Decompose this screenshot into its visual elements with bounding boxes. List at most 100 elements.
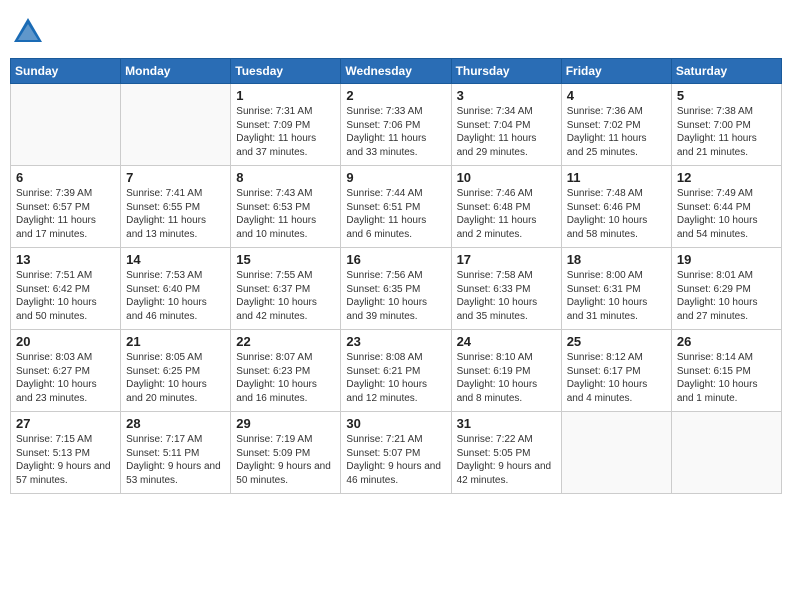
- day-number: 13: [16, 252, 115, 267]
- day-info: Sunrise: 7:51 AM Sunset: 6:42 PM Dayligh…: [16, 269, 115, 323]
- day-number: 27: [16, 416, 115, 431]
- calendar-cell: 31 Sunrise: 7:22 AM Sunset: 5:05 PM Dayli…: [451, 412, 561, 494]
- calendar-cell: [561, 412, 671, 494]
- calendar-cell: 17 Sunrise: 7:58 AM Sunset: 6:33 PM Dayli…: [451, 248, 561, 330]
- day-header-wednesday: Wednesday: [341, 59, 451, 84]
- day-info: Sunrise: 7:56 AM Sunset: 6:35 PM Dayligh…: [346, 269, 445, 323]
- calendar-cell: 21Sunrise: 8:05 AM Sunset: 6:25 PM Dayli…: [121, 330, 231, 412]
- day-info: Sunrise: 7:41 AM Sunset: 6:55 PM Dayligh…: [126, 187, 225, 241]
- day-header-thursday: Thursday: [451, 59, 561, 84]
- day-header-friday: Friday: [561, 59, 671, 84]
- day-number: 10: [457, 170, 556, 185]
- day-info: Sunrise: 7:38 AM Sunset: 7:00 PM Dayligh…: [677, 105, 776, 159]
- calendar-cell: 23 Sunrise: 8:08 AM Sunset: 6:21 PM Dayli…: [341, 330, 451, 412]
- day-info: Sunrise: 7:17 AM Sunset: 5:11 PM Dayligh…: [126, 433, 225, 487]
- calendar-cell: 4 Sunrise: 7:36 AM Sunset: 7:02 PM Daylig…: [561, 84, 671, 166]
- day-number: 9: [346, 170, 445, 185]
- day-header-tuesday: Tuesday: [231, 59, 341, 84]
- calendar-cell: [671, 412, 781, 494]
- calendar-cell: 6 Sunrise: 7:39 AM Sunset: 6:57 PM Daylig…: [11, 166, 121, 248]
- day-info: Sunrise: 7:58 AM Sunset: 6:33 PM Dayligh…: [457, 269, 556, 323]
- calendar-cell: 13 Sunrise: 7:51 AM Sunset: 6:42 PM Dayli…: [11, 248, 121, 330]
- day-number: 16: [346, 252, 445, 267]
- day-info: Sunrise: 8:07 AM Sunset: 6:23 PM Dayligh…: [236, 351, 335, 405]
- day-header-saturday: Saturday: [671, 59, 781, 84]
- day-info: Sunrise: 7:49 AM Sunset: 6:44 PM Dayligh…: [677, 187, 776, 241]
- week-row-2: 6 Sunrise: 7:39 AM Sunset: 6:57 PM Daylig…: [11, 166, 782, 248]
- day-info: Sunrise: 7:15 AM Sunset: 5:13 PM Dayligh…: [16, 433, 115, 487]
- day-info: Sunrise: 8:05 AM Sunset: 6:25 PM Dayligh…: [126, 351, 225, 405]
- week-row-3: 13 Sunrise: 7:51 AM Sunset: 6:42 PM Dayli…: [11, 248, 782, 330]
- calendar-cell: 8 Sunrise: 7:43 AM Sunset: 6:53 PM Daylig…: [231, 166, 341, 248]
- calendar-cell: 7 Sunrise: 7:41 AM Sunset: 6:55 PM Daylig…: [121, 166, 231, 248]
- calendar-cell: 14 Sunrise: 7:53 AM Sunset: 6:40 PM Dayli…: [121, 248, 231, 330]
- day-number: 17: [457, 252, 556, 267]
- calendar-cell: [11, 84, 121, 166]
- day-info: Sunrise: 8:01 AM Sunset: 6:29 PM Dayligh…: [677, 269, 776, 323]
- calendar-cell: 26Sunrise: 8:14 AM Sunset: 6:15 PM Dayli…: [671, 330, 781, 412]
- logo: [10, 14, 50, 50]
- day-info: Sunrise: 7:36 AM Sunset: 7:02 PM Dayligh…: [567, 105, 666, 159]
- day-info: Sunrise: 7:43 AM Sunset: 6:53 PM Dayligh…: [236, 187, 335, 241]
- calendar-cell: 5 Sunrise: 7:38 AM Sunset: 7:00 PM Daylig…: [671, 84, 781, 166]
- day-number: 1: [236, 88, 335, 103]
- calendar-cell: 20 Sunrise: 8:03 AM Sunset: 6:27 PM Dayli…: [11, 330, 121, 412]
- day-number: 18: [567, 252, 666, 267]
- day-number: 29: [236, 416, 335, 431]
- day-info: Sunrise: 7:53 AM Sunset: 6:40 PM Dayligh…: [126, 269, 225, 323]
- day-number: 23: [346, 334, 445, 349]
- day-info: Sunrise: 7:21 AM Sunset: 5:07 PM Dayligh…: [346, 433, 445, 487]
- calendar-cell: 19 Sunrise: 8:01 AM Sunset: 6:29 PM Dayli…: [671, 248, 781, 330]
- calendar-cell: 28 Sunrise: 7:17 AM Sunset: 5:11 PM Dayli…: [121, 412, 231, 494]
- day-number: 5: [677, 88, 776, 103]
- calendar-cell: 24Sunrise: 8:10 AM Sunset: 6:19 PM Dayli…: [451, 330, 561, 412]
- page-header: [10, 10, 782, 50]
- calendar-cell: 16 Sunrise: 7:56 AM Sunset: 6:35 PM Dayli…: [341, 248, 451, 330]
- day-number: 11: [567, 170, 666, 185]
- day-number: 6: [16, 170, 115, 185]
- day-info: Sunrise: 7:39 AM Sunset: 6:57 PM Dayligh…: [16, 187, 115, 241]
- calendar-cell: 18 Sunrise: 8:00 AM Sunset: 6:31 PM Dayli…: [561, 248, 671, 330]
- day-header-monday: Monday: [121, 59, 231, 84]
- day-number: 28: [126, 416, 225, 431]
- day-number: 7: [126, 170, 225, 185]
- calendar-cell: 9 Sunrise: 7:44 AM Sunset: 6:51 PM Daylig…: [341, 166, 451, 248]
- day-number: 2: [346, 88, 445, 103]
- day-number: 31: [457, 416, 556, 431]
- day-info: Sunrise: 8:00 AM Sunset: 6:31 PM Dayligh…: [567, 269, 666, 323]
- calendar-cell: 27 Sunrise: 7:15 AM Sunset: 5:13 PM Dayli…: [11, 412, 121, 494]
- calendar-table: SundayMondayTuesdayWednesdayThursdayFrid…: [10, 58, 782, 494]
- day-info: Sunrise: 7:19 AM Sunset: 5:09 PM Dayligh…: [236, 433, 335, 487]
- day-number: 8: [236, 170, 335, 185]
- day-number: 19: [677, 252, 776, 267]
- day-number: 12: [677, 170, 776, 185]
- day-info: Sunrise: 7:31 AM Sunset: 7:09 PM Dayligh…: [236, 105, 335, 159]
- day-number: 20: [16, 334, 115, 349]
- day-number: 25: [567, 334, 666, 349]
- day-info: Sunrise: 7:22 AM Sunset: 5:05 PM Dayligh…: [457, 433, 556, 487]
- day-info: Sunrise: 8:12 AM Sunset: 6:17 PM Dayligh…: [567, 351, 666, 405]
- day-number: 22: [236, 334, 335, 349]
- day-number: 4: [567, 88, 666, 103]
- day-number: 26: [677, 334, 776, 349]
- calendar-cell: 12 Sunrise: 7:49 AM Sunset: 6:44 PM Dayli…: [671, 166, 781, 248]
- day-number: 24: [457, 334, 556, 349]
- day-info: Sunrise: 7:46 AM Sunset: 6:48 PM Dayligh…: [457, 187, 556, 241]
- day-header-sunday: Sunday: [11, 59, 121, 84]
- week-row-1: 1 Sunrise: 7:31 AM Sunset: 7:09 PM Daylig…: [11, 84, 782, 166]
- day-number: 30: [346, 416, 445, 431]
- logo-icon: [10, 14, 46, 50]
- week-row-4: 20 Sunrise: 8:03 AM Sunset: 6:27 PM Dayli…: [11, 330, 782, 412]
- day-info: Sunrise: 8:03 AM Sunset: 6:27 PM Dayligh…: [16, 351, 115, 405]
- week-row-5: 27 Sunrise: 7:15 AM Sunset: 5:13 PM Dayli…: [11, 412, 782, 494]
- day-number: 14: [126, 252, 225, 267]
- calendar-cell: 1 Sunrise: 7:31 AM Sunset: 7:09 PM Daylig…: [231, 84, 341, 166]
- calendar-cell: 30 Sunrise: 7:21 AM Sunset: 5:07 PM Dayli…: [341, 412, 451, 494]
- day-info: Sunrise: 7:48 AM Sunset: 6:46 PM Dayligh…: [567, 187, 666, 241]
- day-info: Sunrise: 8:08 AM Sunset: 6:21 PM Dayligh…: [346, 351, 445, 405]
- calendar-cell: 15Sunrise: 7:55 AM Sunset: 6:37 PM Dayli…: [231, 248, 341, 330]
- day-info: Sunrise: 7:33 AM Sunset: 7:06 PM Dayligh…: [346, 105, 445, 159]
- day-info: Sunrise: 7:44 AM Sunset: 6:51 PM Dayligh…: [346, 187, 445, 241]
- day-number: 3: [457, 88, 556, 103]
- day-info: Sunrise: 7:55 AM Sunset: 6:37 PM Dayligh…: [236, 269, 335, 323]
